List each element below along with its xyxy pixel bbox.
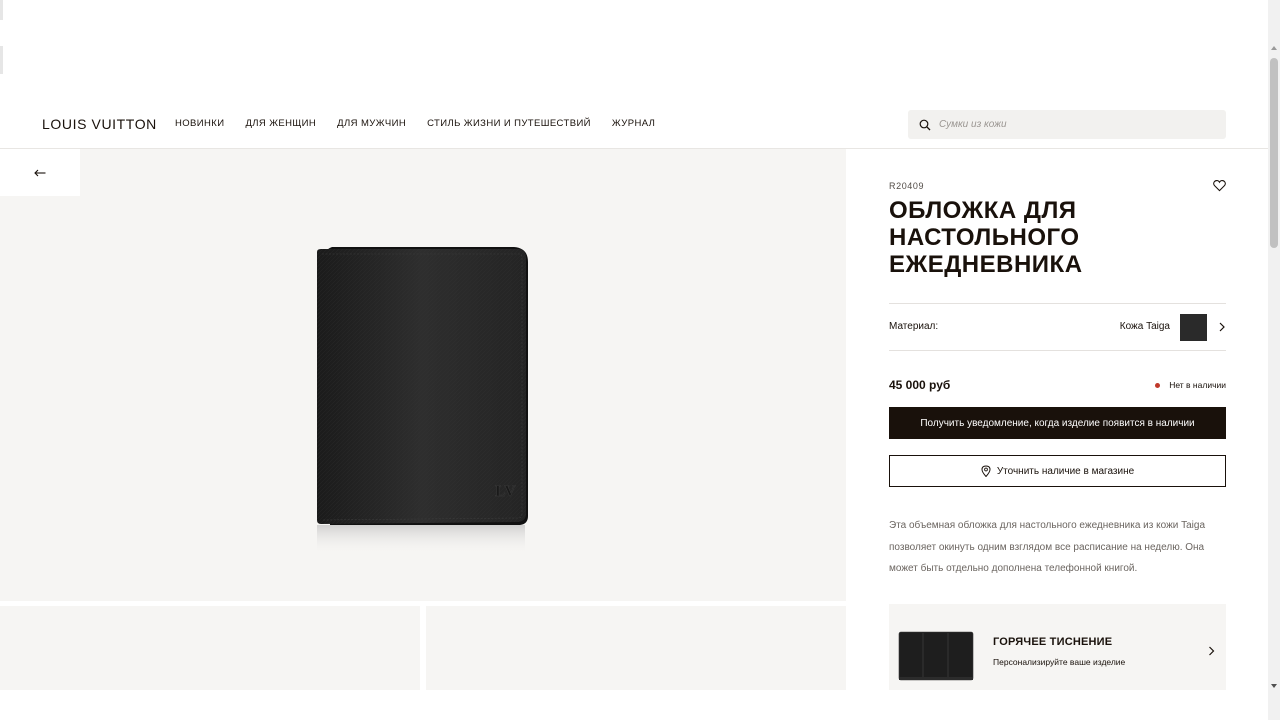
scroll-down-icon[interactable]	[1271, 684, 1277, 688]
product-image-main: LV	[0, 149, 846, 601]
page-bottom	[0, 690, 1268, 720]
location-pin-icon	[981, 465, 991, 477]
product-title: ОБЛОЖКА ДЛЯ НАСТОЛЬНОГО ЕЖЕДНЕВНИКА	[889, 197, 1083, 278]
nav-item-lifestyle-travel[interactable]: СТИЛЬ ЖИЗНИ И ПУТЕШЕСТВИЙ	[427, 118, 591, 129]
availability-text: Нет в наличии	[1169, 380, 1226, 390]
nav-item-women[interactable]: ДЛЯ ЖЕНЩИН	[245, 118, 316, 129]
notify-when-available-button[interactable]: Получить уведомление, когда изделие появ…	[889, 407, 1226, 439]
chevron-right-icon	[1209, 646, 1215, 656]
product-image: LV	[317, 247, 528, 554]
edge-marker	[0, 0, 3, 20]
hot-stamping-card[interactable]: ГОРЯЧЕЕ ТИСНЕНИЕ Персонализируйте ваше и…	[889, 604, 1226, 690]
product-sku: R20409	[889, 181, 925, 191]
divider	[889, 303, 1226, 304]
hot-stamping-title: ГОРЯЧЕЕ ТИСНЕНИЕ	[993, 636, 1113, 648]
nav-item-new[interactable]: НОВИНКИ	[175, 118, 224, 129]
availability-status: Нет в наличии	[1155, 380, 1226, 390]
main-nav: НОВИНКИ ДЛЯ ЖЕНЩИН ДЛЯ МУЖЧИН СТИЛЬ ЖИЗН…	[175, 118, 676, 129]
product-thumbnail[interactable]	[0, 606, 420, 690]
check-store-availability-button[interactable]: Уточнить наличие в магазине	[889, 455, 1226, 487]
material-value[interactable]: Кожа Taiga	[1120, 321, 1170, 332]
nav-item-journal[interactable]: ЖУРНАЛ	[612, 118, 655, 129]
top-blank-area	[0, 0, 1268, 100]
svg-text:LV: LV	[495, 483, 516, 500]
status-dot-icon	[1155, 382, 1161, 388]
divider	[889, 350, 1226, 351]
material-swatch[interactable]	[1180, 314, 1207, 341]
search-input[interactable]	[939, 119, 1209, 130]
product-description: Эта объемная обложка для настольного еже…	[889, 520, 1206, 574]
product-thumbnail[interactable]	[426, 606, 846, 690]
engraving-product-image	[898, 631, 974, 681]
edge-marker	[0, 46, 3, 74]
page-scrollbar[interactable]	[1268, 0, 1280, 720]
hot-stamping-subtitle: Персонализируйте ваше изделие	[993, 657, 1126, 667]
scrollbar-thumb[interactable]	[1270, 58, 1278, 248]
search-icon	[919, 119, 931, 130]
check-store-label: Уточнить наличие в магазине	[996, 465, 1135, 477]
brand-logo[interactable]: LOUIS VUITTON	[42, 116, 157, 132]
search-bar[interactable]	[908, 110, 1226, 139]
site-header: LOUIS VUITTON НОВИНКИ ДЛЯ ЖЕНЩИН ДЛЯ МУЖ…	[0, 100, 1268, 149]
arrow-left-icon	[34, 169, 46, 176]
back-button[interactable]	[0, 149, 80, 196]
product-price: 45 000 руб	[889, 378, 951, 392]
chevron-right-icon[interactable]	[1218, 322, 1226, 332]
scroll-up-icon[interactable]	[1271, 46, 1277, 50]
heart-icon[interactable]	[1213, 179, 1226, 192]
nav-item-men[interactable]: ДЛЯ МУЖЧИН	[337, 118, 406, 129]
material-label: Материал:	[889, 321, 939, 332]
